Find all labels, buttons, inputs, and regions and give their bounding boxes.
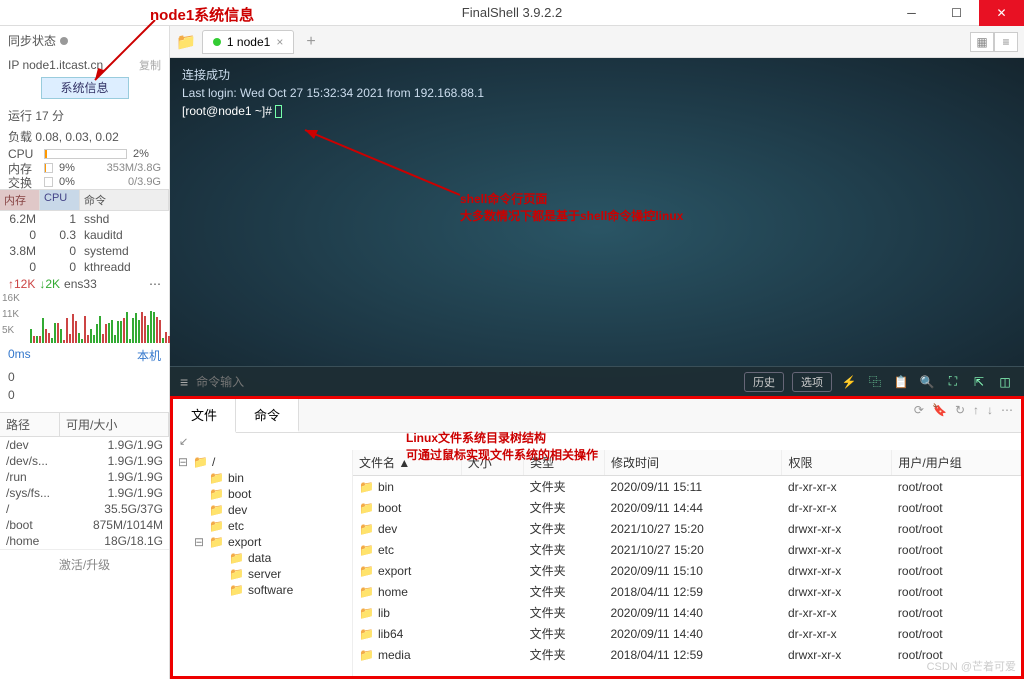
network-row[interactable]: ↑12K ↓2K ens33 ⋯ [0, 275, 169, 293]
sysinfo-button[interactable]: 系统信息 [41, 77, 129, 99]
path-row[interactable]: /dev/s...1.9G/1.9G [0, 453, 169, 469]
file-row[interactable]: 📁media文件夹2018/04/11 12:59drwxr-xr-xroot/… [353, 644, 1021, 665]
col-perm[interactable]: 权限 [782, 450, 892, 476]
tree-node[interactable]: 📁data [173, 550, 352, 566]
upload-icon[interactable]: ↑ [973, 403, 979, 417]
path-row[interactable]: /run1.9G/1.9G [0, 469, 169, 485]
history-button[interactable]: 历史 [744, 372, 784, 392]
minimize-button[interactable]: ─ [889, 0, 934, 26]
file-row[interactable]: 📁home文件夹2018/04/11 12:59drwxr-xr-xroot/r… [353, 581, 1021, 602]
list-view-icon[interactable]: ≡ [994, 32, 1018, 52]
tree-node[interactable]: 📁software [173, 582, 352, 598]
file-row[interactable]: 📁lib文件夹2020/09/11 14:40dr-xr-xr-xroot/ro… [353, 602, 1021, 623]
watermark: CSDN @芒着可爱 [927, 658, 1016, 674]
options-button[interactable]: 选项 [792, 372, 832, 392]
path-row[interactable]: /home18G/18.1G [0, 533, 169, 549]
file-row[interactable]: 📁bin文件夹2020/09/11 15:11dr-xr-xr-xroot/ro… [353, 476, 1021, 498]
tab-commands[interactable]: 命令 [236, 399, 299, 432]
latency-row: 0ms 本机 [0, 343, 169, 368]
swap-meter: 交换 0% 0/3.9G [0, 175, 169, 189]
bolt-icon[interactable]: ⚡ [840, 375, 858, 389]
file-list[interactable]: 文件名 ▲ 大小 类型 修改时间 权限 用户/用户组 📁bin文件夹2020/0… [353, 450, 1021, 676]
folder-icon[interactable]: 📁 [176, 32, 196, 52]
ip-label: IP node1.itcast.cn [8, 58, 103, 72]
copy-link[interactable]: 复制 [139, 57, 161, 73]
tree-node[interactable]: 📁boot [173, 486, 352, 502]
download-icon[interactable]: ↓ [987, 403, 993, 417]
copy-icon[interactable]: ⿻ [866, 373, 884, 390]
paste-icon[interactable]: 📋 [892, 375, 910, 389]
col-name[interactable]: 文件名 ▲ [353, 450, 461, 476]
fullscreen-icon[interactable]: ⛶ [944, 374, 962, 389]
grid-view-icon[interactable]: ▦ [970, 32, 994, 52]
process-row[interactable]: 6.2M1sshd [0, 211, 169, 227]
col-type[interactable]: 类型 [524, 450, 605, 476]
col-size[interactable]: 大小 [461, 450, 523, 476]
path-row[interactable]: /sys/fs...1.9G/1.9G [0, 485, 169, 501]
sync-status: 同步状态 [0, 26, 169, 55]
tabbar: 📁 1 node1 × + ▦ ≡ [170, 26, 1024, 58]
process-row[interactable]: 00kthreadd [0, 259, 169, 275]
app-title: FinalShell 3.9.2.2 [462, 5, 562, 20]
col-mtime[interactable]: 修改时间 [604, 450, 782, 476]
tree-node[interactable]: 📁etc [173, 518, 352, 534]
tree-node[interactable]: 📁dev [173, 502, 352, 518]
process-row[interactable]: 3.8M0systemd [0, 243, 169, 259]
col-owner[interactable]: 用户/用户组 [892, 450, 1021, 476]
file-row[interactable]: 📁dev文件夹2021/10/27 15:20drwxr-xr-xroot/ro… [353, 518, 1021, 539]
bookmark-icon[interactable]: 🔖 [932, 403, 947, 417]
search-icon[interactable]: 🔍 [918, 375, 936, 389]
upgrade-link[interactable]: 激活/升级 [0, 549, 169, 579]
path-row[interactable]: /35.5G/37G [0, 501, 169, 517]
process-row[interactable]: 00.3kauditd [0, 227, 169, 243]
new-tab-button[interactable]: + [300, 33, 321, 51]
tree-node[interactable]: 📁bin [173, 470, 352, 486]
file-row[interactable]: 📁export文件夹2020/09/11 15:10drwxr-xr-xroot… [353, 560, 1021, 581]
terminal-toolbar: ≡ 历史 选项 ⚡ ⿻ 📋 🔍 ⛶ ⇱ ◫ [170, 366, 1024, 396]
uptime-label: 运行 17 分 [0, 105, 169, 126]
tree-node[interactable]: 📁server [173, 566, 352, 582]
close-tab-icon[interactable]: × [276, 35, 283, 49]
status-dot-icon [213, 38, 221, 46]
file-area: 文件 命令 ⟳ 🔖 ↻ ↑ ↓ ⋯ ↙ ⊟📁/ 📁bin📁boot📁dev📁et… [170, 396, 1024, 679]
lock-icon[interactable]: ⇱ [970, 375, 988, 389]
terminal[interactable]: 连接成功 Last login: Wed Oct 27 15:32:34 202… [170, 58, 1024, 396]
maximize-button[interactable]: ☐ [934, 0, 979, 26]
tab-node1[interactable]: 1 node1 × [202, 30, 294, 54]
file-row[interactable]: 📁etc文件夹2021/10/27 15:20drwxr-xr-xroot/ro… [353, 539, 1021, 560]
file-tree[interactable]: ⊟📁/ 📁bin📁boot📁dev📁etc⊟📁export📁data📁serve… [173, 450, 353, 676]
tree-node[interactable]: ⊟📁export [173, 534, 352, 550]
titlebar: FinalShell 3.9.2.2 ─ ☐ ✕ [0, 0, 1024, 26]
path-row[interactable]: /dev1.9G/1.9G [0, 437, 169, 453]
split-icon[interactable]: ◫ [996, 375, 1014, 389]
command-input[interactable] [196, 375, 736, 389]
menu-icon[interactable]: ≡ [180, 374, 188, 390]
history-icon[interactable]: ⟳ [914, 403, 924, 417]
path-row[interactable]: /boot875M/1014M [0, 517, 169, 533]
file-row[interactable]: 📁boot文件夹2020/09/11 14:44dr-xr-xr-xroot/r… [353, 497, 1021, 518]
path-header: 路径 可用/大小 [0, 412, 169, 437]
refresh-icon[interactable]: ↻ [955, 403, 965, 417]
sidebar: 同步状态 IP node1.itcast.cn 复制 系统信息 运行 17 分 … [0, 26, 170, 679]
file-row[interactable]: 📁lib64文件夹2020/09/11 14:40dr-xr-xr-xroot/… [353, 623, 1021, 644]
network-chart: 16K 11K 5K [0, 293, 169, 343]
more-icon[interactable]: ⋯ [1001, 403, 1013, 417]
load-label: 负载 0.08, 0.03, 0.02 [0, 126, 169, 147]
close-button[interactable]: ✕ [979, 0, 1024, 26]
tab-files[interactable]: 文件 [173, 399, 236, 433]
process-header: 内存 CPU 命令 [0, 189, 169, 211]
